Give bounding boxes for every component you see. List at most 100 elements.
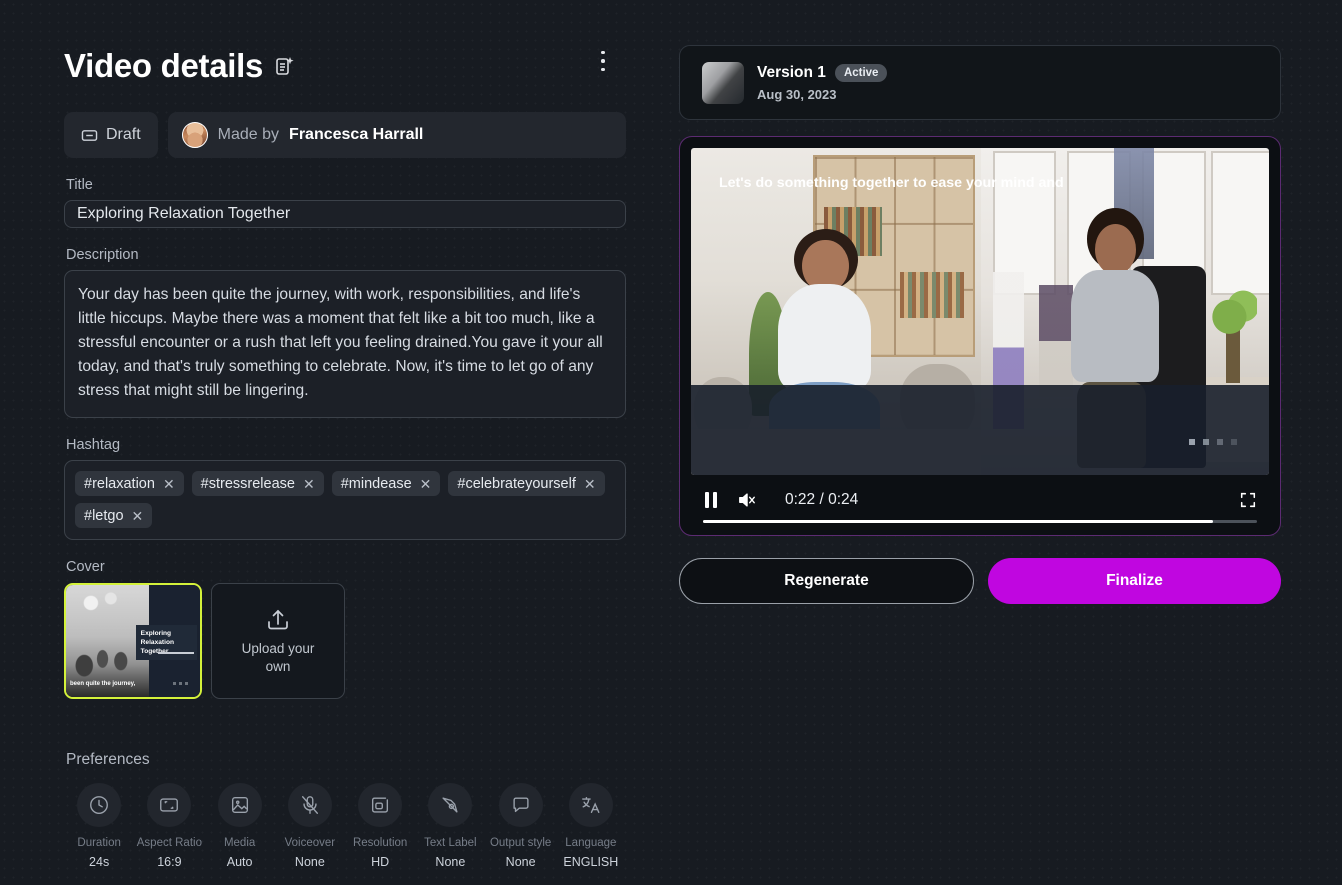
time-display: 0:22 / 0:24 xyxy=(785,491,859,508)
preference-value: None xyxy=(435,855,466,869)
preference-aspect-ratio[interactable]: Aspect Ratio 16:9 xyxy=(134,783,204,869)
preference-name: Text Label xyxy=(424,837,477,849)
hashtag-chip[interactable]: #mindease ✕ xyxy=(331,471,441,496)
resolution-icon xyxy=(358,783,403,827)
video-frame[interactable]: Let's do something together to ease your… xyxy=(691,148,1269,475)
video-caption: Let's do something together to ease your… xyxy=(719,175,1064,191)
title-field-label: Title xyxy=(66,177,93,193)
player-controls: 0:22 / 0:24 xyxy=(691,475,1269,509)
close-icon[interactable]: ✕ xyxy=(132,509,144,523)
kebab-menu-icon[interactable] xyxy=(590,44,616,78)
video-details-panel: Video details Draft Made by Francesca Ha… xyxy=(64,40,626,869)
hashtag-label: #mindease xyxy=(340,475,412,492)
made-by-row: Made by Francesca Harrall xyxy=(167,112,626,158)
preference-value: ENGLISH xyxy=(563,855,619,869)
fullscreen-icon[interactable] xyxy=(1239,491,1257,509)
status-badge: Active xyxy=(834,63,888,82)
cover-thumb-caption: Exploring Relaxation Together xyxy=(135,625,197,661)
status-badge[interactable]: Draft xyxy=(64,112,158,158)
preference-name: Language xyxy=(565,837,617,849)
preferences-row: Duration 24s Aspect Ratio 16:9 Media Aut xyxy=(64,783,626,869)
mic-off-icon xyxy=(287,783,332,827)
preference-value: 16:9 xyxy=(157,855,182,869)
preference-name: Aspect Ratio xyxy=(136,837,202,849)
version-card[interactable]: Version 1 Active Aug 30, 2023 xyxy=(679,45,1281,120)
action-buttons: Regenerate Finalize xyxy=(679,558,1281,604)
cover-thumb-bar xyxy=(158,652,194,655)
preference-value: HD xyxy=(371,855,390,869)
preference-output-style[interactable]: Output style None xyxy=(486,783,556,869)
hashtag-input[interactable]: #relaxation ✕ #stressrelease ✕ #mindease… xyxy=(64,460,626,540)
progress-fill xyxy=(703,520,1213,523)
upload-label: Upload your own xyxy=(241,640,315,674)
preference-media[interactable]: Media Auto xyxy=(205,783,275,869)
hashtag-field-label: Hashtag xyxy=(66,437,121,453)
title-input[interactable]: Exploring Relaxation Together xyxy=(64,200,626,228)
author-name: Francesca Harrall xyxy=(289,126,424,143)
hashtag-label: #relaxation xyxy=(84,475,155,492)
regenerate-button[interactable]: Regenerate xyxy=(679,558,974,604)
video-player: Let's do something together to ease your… xyxy=(679,136,1281,536)
caption-overlay xyxy=(691,385,1269,475)
status-label: Draft xyxy=(106,126,141,143)
volume-muted-icon[interactable] xyxy=(737,491,757,509)
avatar xyxy=(181,122,208,148)
made-by-label: Made by xyxy=(217,126,280,143)
meta-row: Draft Made by Francesca Harrall xyxy=(64,112,626,158)
cover-row: Exploring Relaxation Together been quite… xyxy=(64,583,626,699)
page-title: Video details xyxy=(64,47,264,84)
close-icon[interactable]: ✕ xyxy=(584,477,596,491)
preference-value: 24s xyxy=(89,855,110,869)
version-date: Aug 30, 2023 xyxy=(757,86,837,102)
upload-icon xyxy=(265,607,291,633)
preference-name: Voiceover xyxy=(284,837,336,849)
hashtag-label: #stressrelease xyxy=(200,475,295,492)
preference-resolution[interactable]: Resolution HD xyxy=(345,783,415,869)
page-header: Video details xyxy=(64,40,626,92)
preference-value: Auto xyxy=(226,855,253,869)
pen-tool-icon xyxy=(428,783,473,827)
cover-thumbnail-selected[interactable]: Exploring Relaxation Together been quite… xyxy=(64,583,202,699)
close-icon[interactable]: ✕ xyxy=(420,477,432,491)
preference-text-label[interactable]: Text Label None xyxy=(415,783,485,869)
archive-icon xyxy=(81,128,98,143)
description-field-label: Description xyxy=(66,247,139,263)
close-icon[interactable]: ✕ xyxy=(303,477,315,491)
upload-your-own-button[interactable]: Upload your own xyxy=(211,583,345,699)
video-thumbnail xyxy=(702,61,744,104)
preference-value: None xyxy=(294,855,325,869)
aspect-ratio-icon xyxy=(147,783,192,827)
description-input[interactable]: Your day has been quite the journey, wit… xyxy=(64,270,626,418)
cover-thumb-dots xyxy=(173,682,188,685)
hashtag-chip[interactable]: #letgo ✕ xyxy=(75,503,153,528)
preference-duration[interactable]: Duration 24s xyxy=(64,783,134,869)
preference-language[interactable]: Language ENGLISH xyxy=(556,783,626,869)
preference-name: Media xyxy=(223,837,256,849)
progress-bar[interactable] xyxy=(703,520,1257,523)
hashtag-label: #letgo xyxy=(84,507,124,524)
version-title: Version 1 xyxy=(757,63,826,81)
document-sparkle-icon xyxy=(275,55,295,77)
preference-name: Duration xyxy=(77,837,121,849)
cover-field-label: Cover xyxy=(66,559,105,575)
clock-icon xyxy=(77,783,122,827)
preview-panel: Version 1 Active Aug 30, 2023 Let's do s… xyxy=(679,45,1281,604)
preferences-label: Preferences xyxy=(66,751,150,768)
version-info: Version 1 Active Aug 30, 2023 xyxy=(757,63,888,102)
cover-thumb-subtitle: been quite the journey, xyxy=(70,681,136,687)
hashtag-label: #celebrateyourself xyxy=(457,475,576,492)
speech-bubble-icon xyxy=(498,783,543,827)
hashtag-chip[interactable]: #celebrateyourself ✕ xyxy=(448,471,605,496)
preference-name: Resolution xyxy=(352,837,408,849)
preference-value: None xyxy=(505,855,536,869)
hashtag-chip[interactable]: #stressrelease ✕ xyxy=(191,471,324,496)
image-icon xyxy=(217,783,262,827)
preference-name: Output style xyxy=(489,837,552,849)
translate-icon xyxy=(568,783,613,827)
close-icon[interactable]: ✕ xyxy=(163,477,175,491)
progress-dots xyxy=(1189,439,1237,445)
finalize-button[interactable]: Finalize xyxy=(988,558,1281,604)
pause-icon[interactable] xyxy=(703,491,719,509)
preference-voiceover[interactable]: Voiceover None xyxy=(275,783,345,869)
hashtag-chip[interactable]: #relaxation ✕ xyxy=(75,471,184,496)
